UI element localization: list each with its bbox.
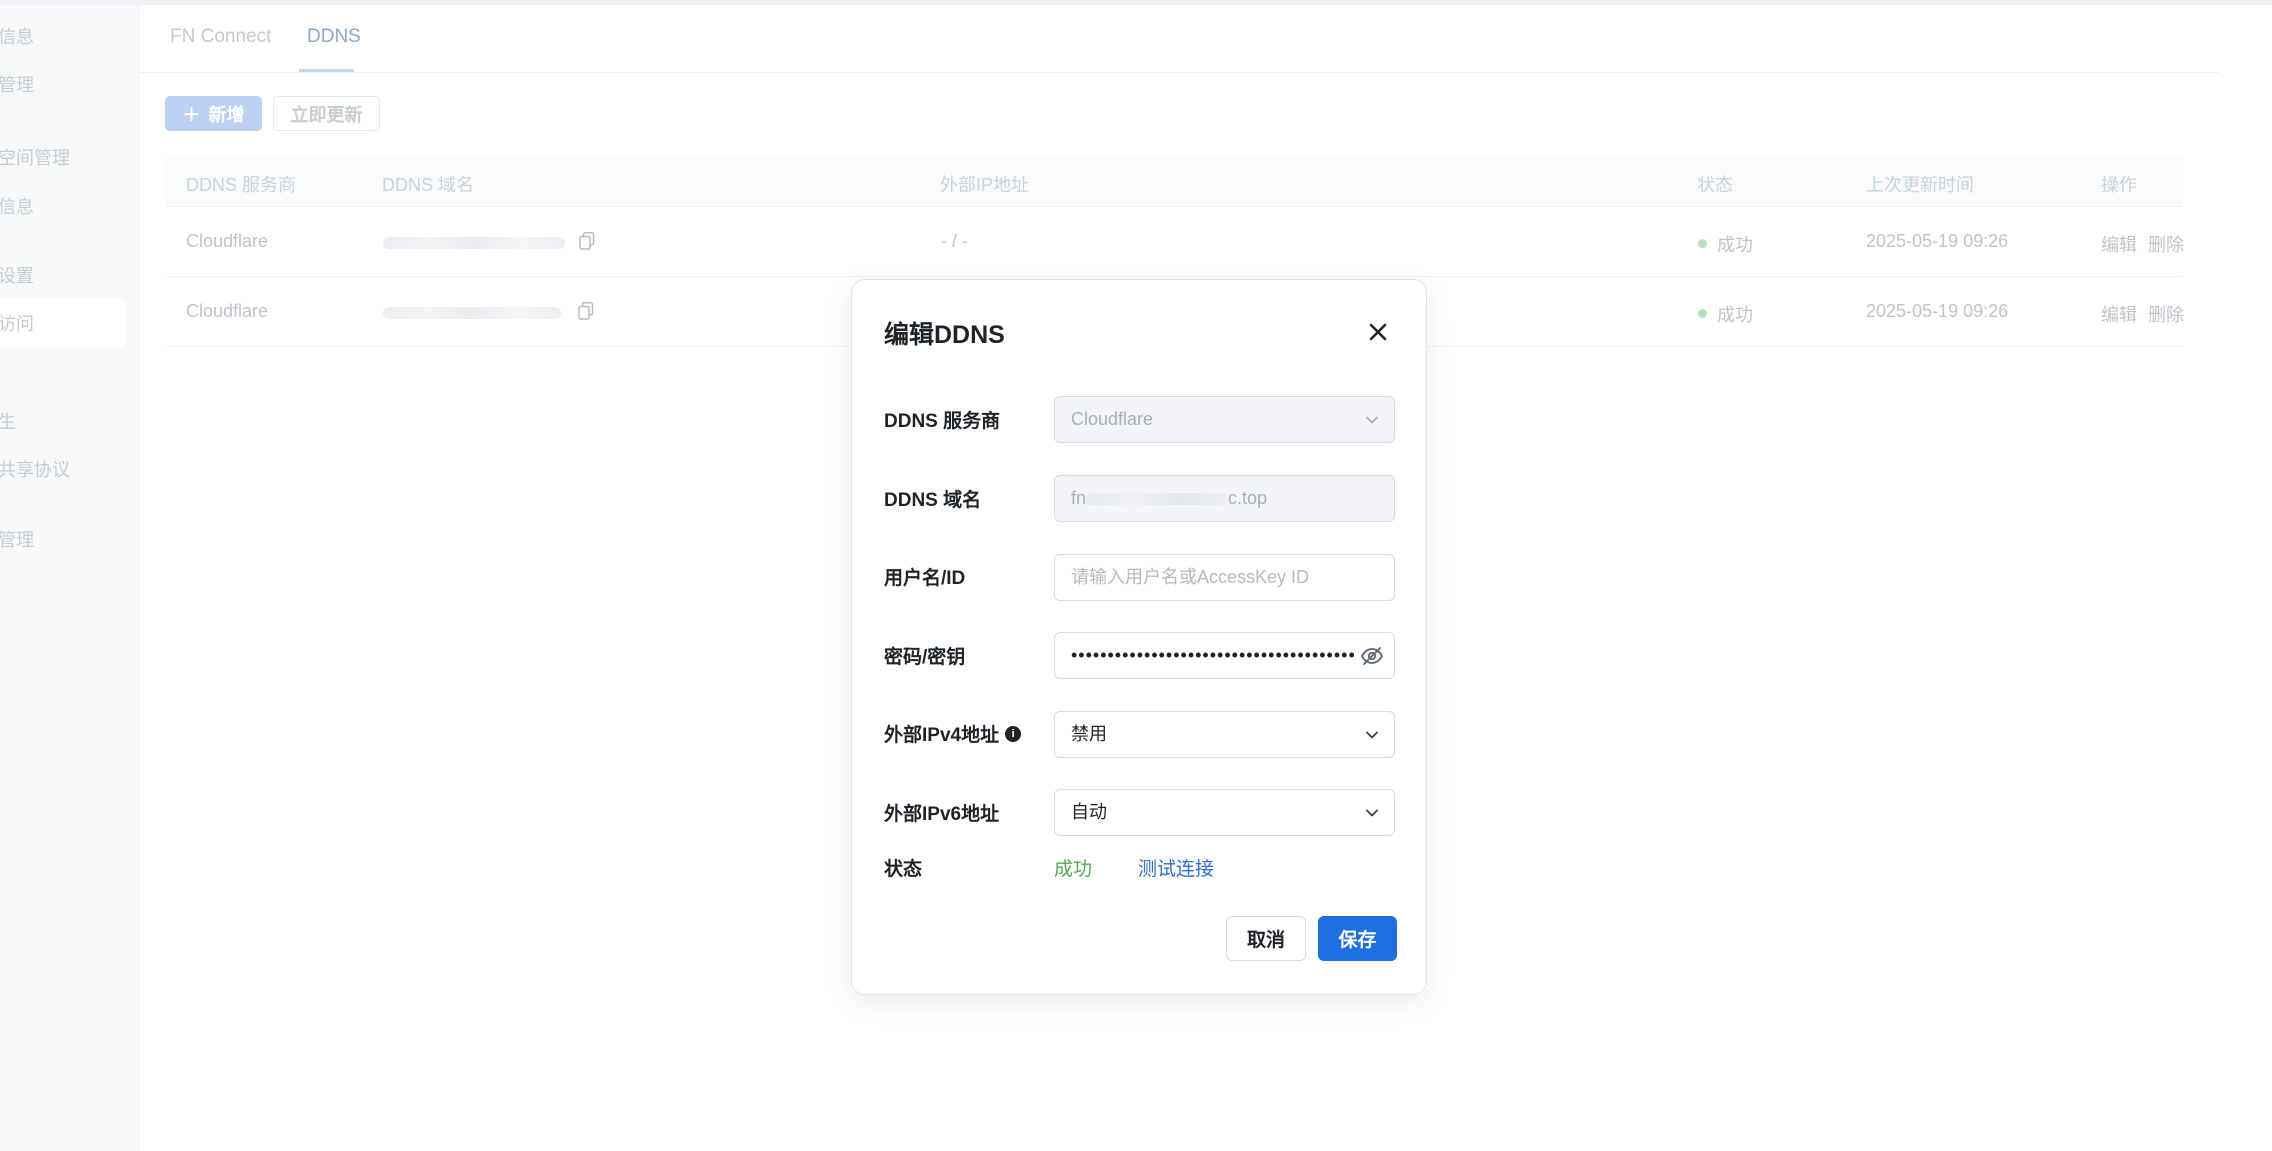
add-button[interactable]: ＋ 新增: [165, 96, 262, 131]
chevron-down-icon: [1366, 809, 1378, 817]
status-label-text: 状态: [884, 859, 923, 880]
cell-status: 成功: [1717, 305, 1753, 325]
password-label-text: 密码/密钥: [884, 647, 966, 668]
provider-select[interactable]: Cloudflare: [1054, 396, 1395, 443]
cancel-button[interactable]: 取消: [1226, 916, 1306, 961]
copy-icon[interactable]: [579, 232, 595, 250]
domain-label-text: DDNS 域名: [884, 490, 982, 511]
plus-icon: ＋: [182, 104, 201, 125]
info-icon[interactable]: i: [1005, 725, 1022, 742]
column-header-status: 状态: [1697, 175, 1733, 195]
domain-label: DDNS 域名: [884, 485, 981, 512]
copy-icon[interactable]: [578, 302, 594, 320]
tab-bar: FN Connect DDNS: [139, 5, 2219, 73]
sidebar-item[interactable]: 共享协议: [0, 453, 70, 487]
provider-label: DDNS 服务商: [884, 406, 1000, 433]
add-button-label: 新增: [208, 104, 245, 125]
eye-off-icon[interactable]: [1360, 645, 1384, 667]
ipv6-select-value: 自动: [1071, 802, 1107, 822]
domain-field[interactable]: fn c.top: [1054, 475, 1395, 522]
cancel-button-label: 取消: [1246, 930, 1285, 951]
tab-active-indicator: [299, 69, 354, 72]
delete-link[interactable]: 删除: [2148, 301, 2184, 327]
username-label: 用户名/ID: [884, 563, 965, 590]
edit-ddns-dialog: 编辑DDNS DDNS 服务商 Cloudflare DDNS 域名 fn c.t…: [851, 279, 1427, 995]
cell-provider: Cloudflare: [186, 301, 269, 321]
update-now-label: 立即更新: [290, 104, 363, 125]
save-button[interactable]: 保存: [1318, 916, 1397, 961]
sidebar-item-label: 管理: [0, 75, 34, 95]
sidebar-item[interactable]: 管理: [0, 68, 34, 102]
redacted-domain-part: [1086, 493, 1229, 506]
cell-last-updated: 2025-05-19 09:26: [1866, 301, 2009, 321]
status-dot: [1698, 239, 1707, 248]
ipv6-label-text: 外部IPv6地址: [884, 804, 1000, 825]
domain-value-end: c.top: [1228, 488, 1268, 508]
sidebar-item-label: 空间管理: [0, 148, 70, 168]
status-value: 成功: [1054, 859, 1093, 880]
sidebar-item[interactable]: 管理: [0, 523, 34, 557]
sidebar-item-label: 信息: [0, 197, 34, 217]
sidebar-item[interactable]: 信息: [0, 20, 34, 54]
chevron-down-icon: [1366, 731, 1378, 739]
status-dot: [1698, 309, 1707, 318]
edit-link[interactable]: 编辑: [2101, 231, 2137, 257]
redacted-domain: [383, 237, 565, 249]
column-header-last-updated: 上次更新时间: [1866, 175, 1974, 195]
cell-last-updated: 2025-05-19 09:26: [1866, 231, 2009, 251]
password-masked-value: •••••••••••••••••••••••••••••••••••••••: [1071, 645, 1356, 665]
username-label-text: 用户名/ID: [884, 568, 966, 589]
ipv6-label: 外部IPv6地址: [884, 799, 999, 826]
column-header-actions: 操作: [2101, 175, 2137, 195]
sidebar-item-active[interactable]: 访问: [0, 307, 34, 341]
redacted-domain: [383, 307, 561, 319]
username-input[interactable]: 请输入用户名或AccessKey ID: [1054, 554, 1395, 601]
cell-external-ip: - / -: [941, 231, 968, 251]
sidebar-item-label: 设置: [0, 266, 34, 286]
provider-select-value: Cloudflare: [1071, 409, 1154, 429]
tab-fn-connect[interactable]: FN Connect: [170, 26, 271, 48]
sidebar-item[interactable]: 设置: [0, 259, 34, 293]
test-connection-link[interactable]: 测试连接: [1138, 854, 1214, 881]
table-header: DDNS 服务商 DDNS 域名 外部IP地址 状态 上次更新时间 操作: [165, 157, 2183, 207]
domain-value-start: fn: [1071, 488, 1087, 508]
sidebar-item-label: 信息: [0, 27, 34, 47]
ipv4-label-text: 外部IPv4地址: [884, 725, 1000, 746]
chevron-down-icon: [1366, 416, 1378, 424]
username-placeholder: 请输入用户名或AccessKey ID: [1071, 567, 1310, 587]
table-row: Cloudflare - / - 成功 2025-05-19 09:26 编辑 …: [165, 207, 2184, 277]
sidebar-item[interactable]: 信息: [0, 190, 34, 224]
sidebar-item-label: 生: [0, 412, 16, 432]
update-now-button[interactable]: 立即更新: [273, 96, 380, 131]
sidebar: 信息 管理 空间管理 信息 设置 访问 生 共享协议 管理: [0, 5, 139, 1151]
sidebar-item-label: 访问: [0, 314, 34, 334]
close-icon[interactable]: [1366, 320, 1390, 344]
save-button-label: 保存: [1338, 930, 1377, 951]
column-header-domain: DDNS 域名: [382, 175, 475, 195]
ipv6-select[interactable]: 自动: [1054, 789, 1395, 836]
provider-label-text: DDNS 服务商: [884, 411, 1001, 432]
tab-ddns[interactable]: DDNS: [307, 26, 361, 48]
dialog-title: 编辑DDNS: [884, 321, 1005, 349]
column-header-provider: DDNS 服务商: [186, 175, 297, 195]
ipv4-label: 外部IPv4地址 i: [884, 720, 1022, 747]
sidebar-item-label: 管理: [0, 530, 34, 550]
status-label: 状态: [884, 854, 922, 881]
edit-link[interactable]: 编辑: [2101, 301, 2137, 327]
sidebar-item[interactable]: 生: [0, 405, 16, 439]
cell-status: 成功: [1717, 235, 1753, 255]
delete-link[interactable]: 删除: [2148, 231, 2184, 257]
password-input[interactable]: •••••••••••••••••••••••••••••••••••••••: [1054, 632, 1395, 679]
ipv4-select-value: 禁用: [1071, 724, 1107, 744]
password-label: 密码/密钥: [884, 642, 965, 669]
ipv4-select[interactable]: 禁用: [1054, 711, 1395, 758]
cell-provider: Cloudflare: [186, 231, 269, 251]
sidebar-item[interactable]: 空间管理: [0, 141, 70, 175]
column-header-external-ip: 外部IP地址: [940, 175, 1030, 195]
sidebar-item-label: 共享协议: [0, 460, 70, 480]
